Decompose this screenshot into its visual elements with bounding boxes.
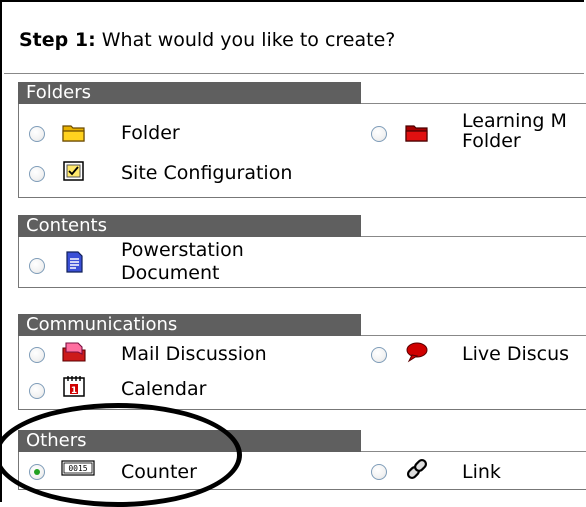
live-discussion-label: Live Discus — [462, 343, 570, 365]
counter-icon: 0015 — [61, 460, 95, 476]
create-dialog: Step 1: What would you like to create? F… — [0, 0, 586, 502]
step-label: Step 1: — [19, 29, 96, 51]
powerstation-label-1: Powerstation — [121, 239, 244, 261]
step-question: What would you like to create? — [101, 29, 396, 51]
powerstation-label-2: Document — [121, 262, 220, 284]
learning-folder-radio[interactable] — [371, 126, 387, 142]
section-communications: Communications Mail Discussion Live Disc… — [18, 314, 586, 410]
counter-label: Counter — [121, 461, 197, 483]
link-radio[interactable] — [371, 464, 387, 480]
section-others: Others 0015 Counter Link — [18, 430, 586, 490]
calendar-icon: 1 — [63, 376, 85, 397]
learning-folder-label-2: Folder — [462, 130, 521, 152]
section-title-communications: Communications — [18, 314, 361, 336]
site-configuration-radio[interactable] — [29, 166, 45, 182]
section-body-contents — [18, 237, 586, 288]
svg-text:1: 1 — [71, 386, 77, 396]
folder-icon — [62, 125, 85, 142]
counter-radio[interactable] — [29, 464, 45, 480]
folder-radio[interactable] — [29, 126, 45, 142]
folder-label: Folder — [121, 122, 180, 144]
mail-discussion-radio[interactable] — [29, 347, 45, 363]
mail-discussion-icon — [62, 342, 86, 362]
learning-folder-icon — [405, 125, 428, 142]
live-discussion-radio[interactable] — [371, 347, 387, 363]
section-title-folders: Folders — [18, 82, 361, 104]
document-icon — [66, 251, 83, 273]
checklist-icon — [63, 161, 84, 181]
step-heading: Step 1: What would you like to create? — [19, 29, 395, 51]
speech-bubble-icon — [406, 342, 428, 363]
chain-link-icon — [406, 458, 428, 480]
learning-folder-label-1: Learning M — [462, 110, 567, 132]
divider — [4, 73, 584, 74]
section-folders: Folders Folder Learning M Folder Site Co… — [18, 82, 586, 198]
counter-icon-text: 0015 — [68, 464, 87, 473]
section-title-others: Others — [18, 430, 361, 452]
calendar-label: Calendar — [121, 378, 207, 400]
mail-discussion-label: Mail Discussion — [121, 343, 267, 365]
section-contents: Contents Powerstation Document — [18, 215, 586, 290]
calendar-radio[interactable] — [29, 383, 45, 399]
link-label: Link — [462, 461, 501, 483]
powerstation-document-radio[interactable] — [29, 258, 45, 274]
site-configuration-label: Site Configuration — [121, 162, 293, 184]
section-title-contents: Contents — [18, 215, 361, 237]
